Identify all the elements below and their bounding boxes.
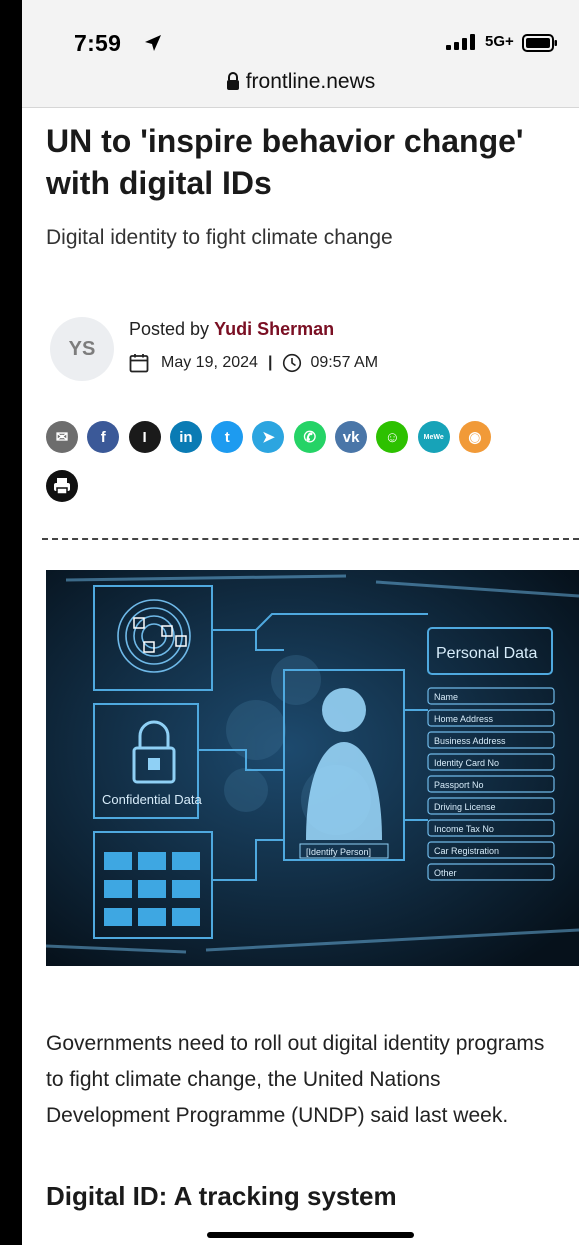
network-type: 5G+ <box>485 33 514 50</box>
whatsapp-icon: ✆ <box>303 429 317 446</box>
wechat-share-button[interactable]: ☺ <box>376 421 409 453</box>
device-frame-edge <box>0 0 22 1245</box>
rss-icon: ◉ <box>468 429 482 446</box>
status-bar: 7:59 5G+ <box>22 0 579 64</box>
address-bar[interactable]: frontline.news <box>22 70 579 94</box>
cellular-signal-icon <box>446 34 475 50</box>
url-text: frontline.news <box>245 70 376 93</box>
field-label: Passport No <box>434 780 484 790</box>
twitter-share-button[interactable]: t <box>211 421 244 453</box>
field-label: Home Address <box>434 714 494 724</box>
clock-icon <box>283 353 302 373</box>
instapaper-icon: I <box>142 428 147 446</box>
field-label: Identity Card No <box>434 758 499 768</box>
printer-icon <box>54 478 70 495</box>
instapaper-share-button[interactable]: I <box>128 421 161 453</box>
wechat-icon: ☺ <box>384 428 401 446</box>
facebook-share-button[interactable]: f <box>87 421 120 453</box>
field-label: Other <box>434 868 457 878</box>
personal-data-title: Personal Data <box>436 645 537 662</box>
article-title: UN to 'inspire behavior change' with dig… <box>46 123 524 201</box>
calendar-icon <box>129 354 149 373</box>
field-label: Driving License <box>434 802 496 812</box>
publish-date: May 19, 2024 <box>161 354 258 371</box>
linkedin-share-button[interactable]: in <box>169 421 202 453</box>
section-heading: Digital ID: A tracking system <box>46 1181 397 1211</box>
rss-share-button[interactable]: ◉ <box>458 421 491 453</box>
article-hero-image: Personal Data Confidential Data [Identif… <box>46 570 579 966</box>
telegram-share-button[interactable]: ➤ <box>252 421 285 453</box>
article-subtitle: Digital identity to fight climate change <box>46 226 393 249</box>
email-share-button[interactable]: ✉ <box>46 421 78 453</box>
mewe-share-button[interactable]: MeWe <box>417 421 450 453</box>
mewe-icon: MeWe <box>423 433 444 441</box>
battery-icon <box>522 34 557 52</box>
field-label: Car Registration <box>434 846 499 856</box>
share-bar: ✉ f Iin t ➤ ✆ vk ☺ MeWe ◉ <box>46 421 579 453</box>
field-label: Name <box>434 692 458 702</box>
linkedin-icon: in <box>179 428 193 446</box>
author-link[interactable]: Yudi Sherman <box>214 319 334 339</box>
dashed-divider <box>42 538 579 540</box>
home-indicator[interactable] <box>207 1232 414 1238</box>
article-body-paragraph: Governments need to roll out digital ide… <box>46 1032 545 1127</box>
digital-identity-illustration: Personal Data Confidential Data [Identif… <box>46 570 579 966</box>
vk-share-button[interactable]: vk <box>335 421 368 453</box>
whatsapp-share-button[interactable]: ✆ <box>293 421 326 453</box>
telegram-icon: ➤ <box>262 429 275 446</box>
print-button[interactable] <box>46 470 78 502</box>
confidential-label: Confidential Data <box>102 792 202 807</box>
browser-chrome: 7:59 5G+ frontline.news <box>22 0 579 108</box>
location-arrow-icon <box>145 35 161 51</box>
field-label: Business Address <box>434 736 506 746</box>
identify-label: [Identify Person] <box>306 847 371 857</box>
twitter-icon: t <box>224 428 230 446</box>
facebook-icon: f <box>100 428 106 446</box>
posted-by-label: Posted by <box>129 319 210 339</box>
meta-separator: | <box>267 354 273 371</box>
lock-icon <box>226 72 239 90</box>
publish-time: 09:57 AM <box>310 354 379 371</box>
author-avatar[interactable]: YS <box>50 317 114 381</box>
field-label: Income Tax No <box>434 824 494 834</box>
byline: Posted by Yudi Sherman <box>129 319 334 340</box>
email-icon: ✉ <box>55 429 69 446</box>
status-time: 7:59 <box>74 30 122 56</box>
vk-icon: vk <box>342 428 360 446</box>
article-meta: May 19, 2024 | 09:57 AM <box>129 353 378 373</box>
